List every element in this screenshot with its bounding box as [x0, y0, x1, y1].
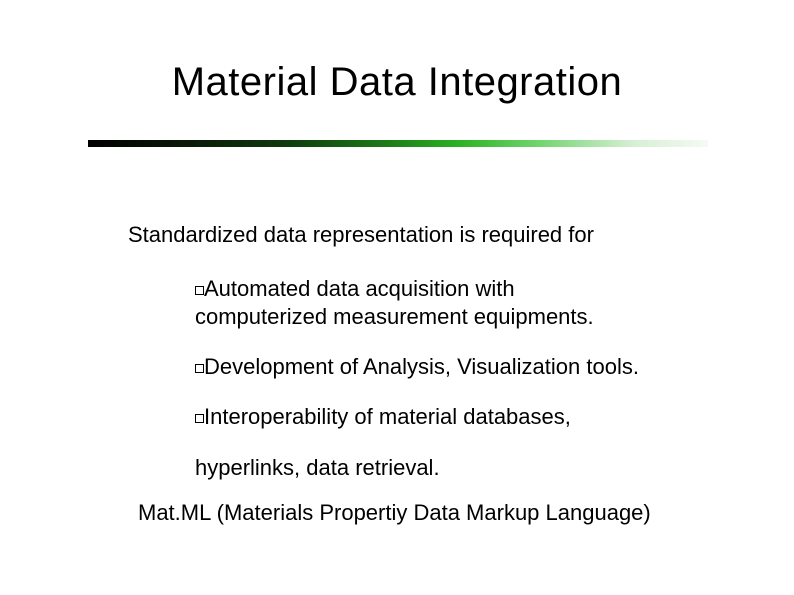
closing-text: Mat.ML (Materials Propertiy Data Markup … [138, 500, 651, 526]
bullet-text: Development of Analysis, Visualization t… [204, 354, 639, 379]
lead-text: Standardized data representation is requ… [128, 222, 594, 248]
divider-gradient [88, 140, 708, 147]
slide: Material Data Integration Standardized d… [0, 0, 794, 595]
bullet-text: computerized measurement equipments. [195, 304, 594, 329]
list-item: Development of Analysis, Visualization t… [195, 353, 667, 381]
bullet-text: Interoperability of material databases, [204, 404, 571, 429]
bullet-icon [195, 414, 204, 423]
bullet-text: hyperlinks, data retrieval. [195, 455, 440, 480]
bullet-icon [195, 364, 204, 373]
bullet-list: Automated data acquisition with computer… [195, 275, 667, 504]
list-item: Automated data acquisition with computer… [195, 275, 667, 331]
bullet-icon [195, 286, 204, 295]
bullet-text: Automated data acquisition with [204, 276, 515, 301]
slide-title: Material Data Integration [0, 60, 794, 105]
list-item: Interoperability of material databases, … [195, 403, 667, 481]
